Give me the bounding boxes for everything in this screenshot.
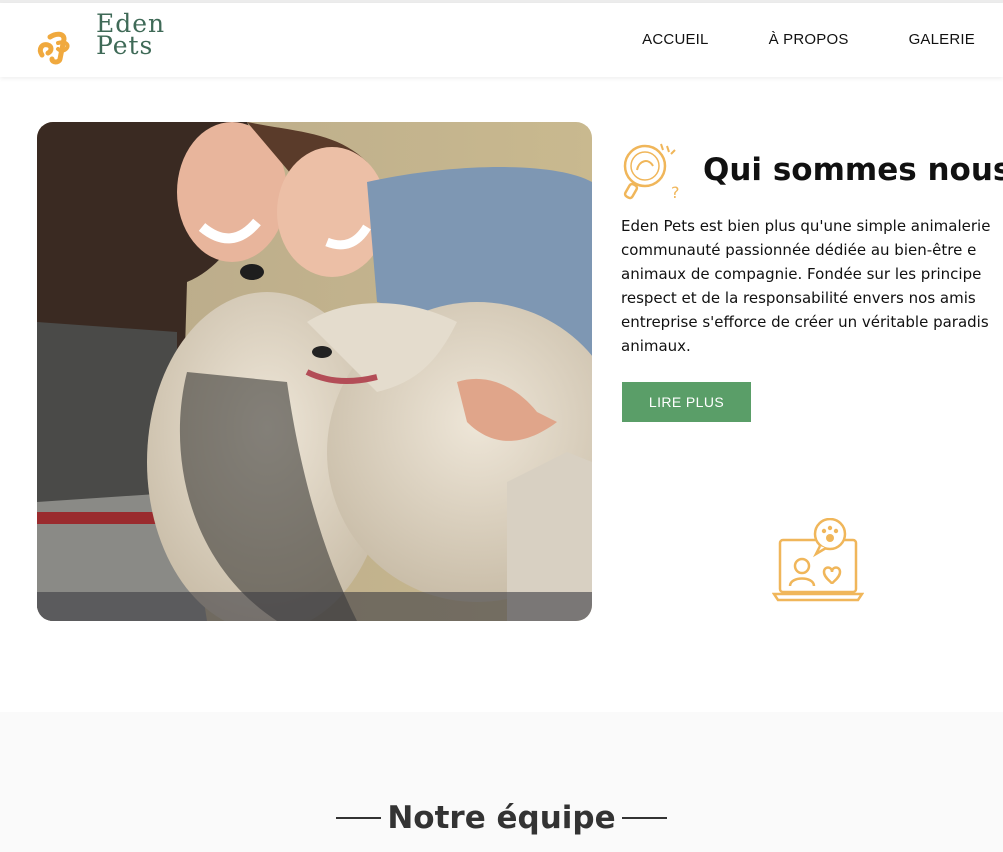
heading-rule-right [621,817,667,819]
logo-line2: Pets [96,31,154,60]
hero-photo [37,122,592,621]
hero-photo-illustration [37,122,592,621]
nav-link-a-propos[interactable]: À PROPOS [769,31,849,48]
team-section: Notre équipe [0,712,1003,852]
about-line: entreprise s'efforce de créer un véritab… [621,313,989,331]
logo[interactable]: Eden Pets [36,11,186,69]
laptop-vet-icon [772,518,864,602]
about-line: Eden Pets est bien plus qu'une simple an… [621,217,991,235]
nav-link-galerie[interactable]: GALERIE [909,31,975,48]
heading-rule-left [336,817,382,819]
svg-text:?: ? [671,183,680,202]
about-paragraph: Eden Pets est bien plus qu'une simple an… [621,214,1003,358]
site-header: Eden Pets ACCUEIL À PROPOS GALERIE [0,3,1003,77]
main-nav: ACCUEIL À PROPOS GALERIE [642,31,975,48]
logo-text: Eden Pets [96,11,165,60]
about-line: animaux. [621,337,691,355]
read-more-button[interactable]: LIRE PLUS [622,382,751,422]
about-title: Qui sommes nous [703,152,1003,188]
magnifier-pets-icon: ? [623,143,680,202]
about-line: respect et de la responsabilité envers n… [621,289,976,307]
team-title: Notre équipe [387,800,616,836]
about-line: communauté passionnée dédiée au bien-êtr… [621,241,977,259]
team-heading: Notre équipe [0,800,1003,836]
about-line: animaux de compagnie. Fondée sur les pri… [621,265,982,283]
nav-link-accueil[interactable]: ACCUEIL [642,31,708,48]
logo-mark-icon [37,31,70,65]
